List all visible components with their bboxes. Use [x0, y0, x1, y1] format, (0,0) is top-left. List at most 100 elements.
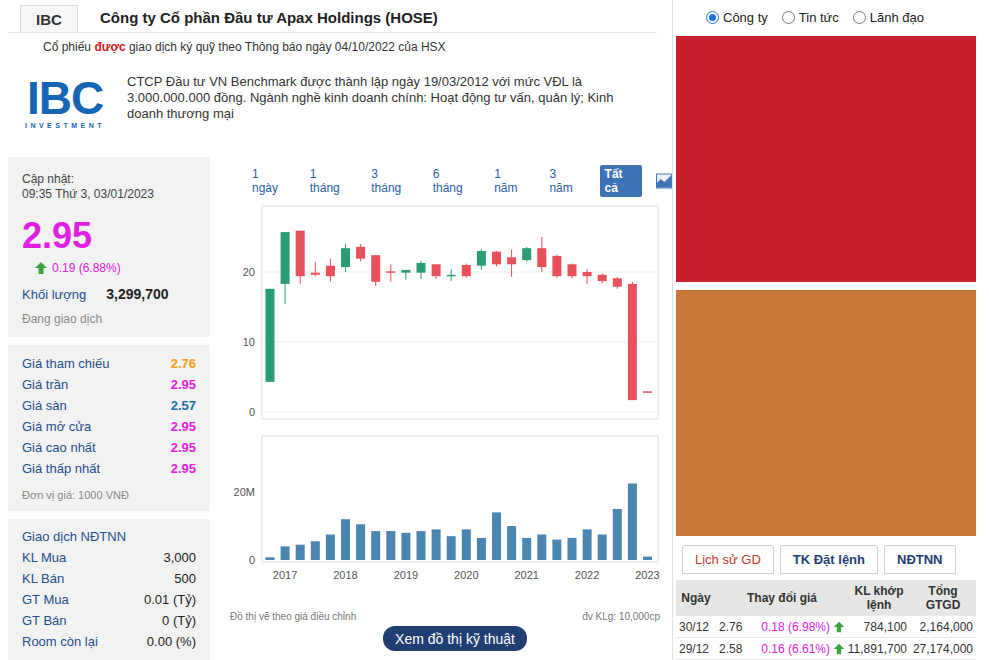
range-option[interactable]: 6 tháng: [428, 165, 475, 197]
table-row: 30/122.760.18 (6.98%)784,1002,164,000: [676, 616, 976, 638]
volume-bar: [401, 533, 410, 560]
range-option[interactable]: 3 tháng: [366, 165, 413, 197]
candle: [537, 237, 546, 272]
candle: [401, 270, 410, 280]
adjusted-note: Đồ thị vẽ theo giá điều chỉnh: [230, 611, 356, 622]
chart-panel: 1 ngày 1 tháng 3 tháng 6 tháng 1 năm 3 năm Tất…: [228, 157, 672, 660]
candle: [613, 277, 622, 289]
candle: [522, 247, 531, 262]
column-header: Ngày: [676, 580, 716, 615]
volume-bar: [447, 536, 456, 560]
range-option[interactable]: 1 tháng: [305, 165, 352, 197]
year-label: 2023: [635, 569, 659, 581]
year-label: 2020: [454, 569, 478, 581]
price-row: Giá mở cửa2.95: [22, 416, 196, 437]
history-tab[interactable]: NĐTNN: [884, 545, 956, 574]
volume-bar: [417, 531, 426, 560]
range-bar: 1 ngày 1 tháng 3 tháng 6 tháng 1 năm 3 năm Tất…: [228, 165, 672, 197]
candle: [628, 282, 637, 400]
year-label: 2017: [273, 569, 297, 581]
history-tab[interactable]: Lịch sử GD: [682, 545, 774, 574]
candle: [447, 269, 456, 281]
company-description: CTCP Đầu tư VN Benchmark được thành lập …: [127, 74, 622, 134]
candle: [417, 261, 426, 279]
foreign-trading: Giao dịch NĐTNNKL Mua3,000KL Bán500GT Mu…: [8, 519, 210, 660]
candle: [568, 264, 577, 279]
volume-bar: [568, 538, 577, 560]
ad-banner[interactable]: [676, 290, 976, 536]
volume-bar: [628, 484, 637, 561]
year-label: 2018: [333, 569, 357, 581]
price-row: Giá trần2.95: [22, 374, 196, 395]
year-label: 2022: [575, 569, 599, 581]
ad-banner[interactable]: [676, 36, 976, 282]
price-row: Giá cao nhất2.95: [22, 437, 196, 458]
volume-bar: [492, 512, 501, 560]
candle: [266, 289, 275, 382]
volume-tick: 0: [249, 554, 255, 566]
foreign-row: KL Mua3,000: [22, 547, 196, 568]
column-header: KL khớp lệnh: [848, 580, 910, 615]
updated-time: 09:35 Thứ 3, 03/01/2023: [22, 187, 196, 202]
volume-bar: [386, 531, 395, 560]
svg-text:20: 20: [243, 266, 255, 278]
volume-bar: [598, 535, 607, 561]
volume-bar: [341, 519, 350, 560]
volume-bar: [507, 526, 516, 560]
price-tick: 0: [249, 406, 658, 418]
margin-notice: Cổ phiếu được giao dịch ký quỹ theo Thôn…: [43, 40, 672, 55]
header: IBCCông ty Cổ phần Đầu tư Apax Holdings …: [8, 5, 657, 33]
radio-option[interactable]: Lãnh đạo: [853, 10, 924, 25]
chart-type-icon[interactable]: [656, 173, 672, 189]
candle: [583, 269, 592, 284]
column-header: Thay đổi giá: [716, 580, 848, 615]
foreign-row: KL Bán500: [22, 568, 196, 589]
volume-unit: đv KLg: 10,000cp: [582, 611, 660, 622]
volume-bar: [583, 529, 592, 560]
volume-chart: 20M02017201820192020202120222023: [228, 434, 668, 584]
company-info: IBCINVESTMENTCTCP Đầu tư VN Benchmark đư…: [15, 74, 672, 134]
column-header: Tổng GTGD: [910, 580, 976, 615]
year-label: 2019: [394, 569, 418, 581]
candle: [432, 264, 441, 279]
range-option[interactable]: 1 ngày: [247, 165, 291, 197]
search-type-radios: Công ty Tin tức Lãnh đạo: [676, 5, 989, 29]
page: IBCCông ty Cổ phần Đầu tư Apax Holdings …: [0, 0, 989, 660]
candle: [311, 262, 320, 276]
volume-bar: [537, 535, 546, 561]
foreign-row: GT Mua0.01 (Tỷ): [22, 589, 196, 610]
quote-body: Cập nhật:09:35 Thứ 3, 03/01/20232.950.19…: [8, 157, 672, 660]
price-tick: 20: [243, 266, 658, 278]
candle: [356, 244, 365, 262]
price-row: Giá sàn2.57: [22, 395, 196, 416]
candle: [507, 250, 516, 277]
up-arrow-icon: [34, 261, 48, 275]
quote-panel: Cập nhật:09:35 Thứ 3, 03/01/20232.950.19…: [8, 157, 210, 660]
up-arrow-icon: [833, 621, 845, 633]
ticker-tab[interactable]: IBC: [20, 5, 78, 32]
radio-option[interactable]: Tin tức: [782, 10, 839, 25]
volume-bar: [266, 557, 275, 560]
company-logo: IBCINVESTMENT: [15, 74, 115, 134]
current-price: 2.95: [22, 216, 196, 256]
technical-chart-button[interactable]: Xem đồ thị kỹ thuật: [383, 626, 527, 651]
foreign-row: Room còn lại0.00 (%): [22, 631, 196, 652]
history-tabs: Lịch sử GDTK Đặt lệnhNĐTNN: [682, 545, 989, 574]
candle: [598, 273, 607, 283]
range-option[interactable]: 1 năm: [489, 165, 530, 197]
price-levels: Giá tham chiếu2.76Giá trần2.95Giá sàn2.5…: [8, 345, 210, 511]
candle: [477, 249, 486, 270]
range-option[interactable]: 3 năm: [544, 165, 585, 197]
candle: [341, 244, 350, 272]
unit-note: Đơn vị giá: 1000 VNĐ: [22, 489, 196, 501]
candle: [386, 264, 395, 282]
range-option[interactable]: Tất cả: [600, 165, 642, 197]
candle: [326, 259, 335, 282]
price-row: Giá tham chiếu2.76: [22, 353, 196, 374]
history-tab[interactable]: TK Đặt lệnh: [780, 545, 878, 574]
volume-bar: [371, 531, 380, 560]
quote-summary: Cập nhật:09:35 Thứ 3, 03/01/20232.950.19…: [8, 157, 210, 337]
radio-option[interactable]: Công ty: [706, 10, 768, 25]
trading-status: Đang giao dịch: [22, 312, 196, 327]
foreign-row: GT Bán0 (Tỷ): [22, 610, 196, 631]
